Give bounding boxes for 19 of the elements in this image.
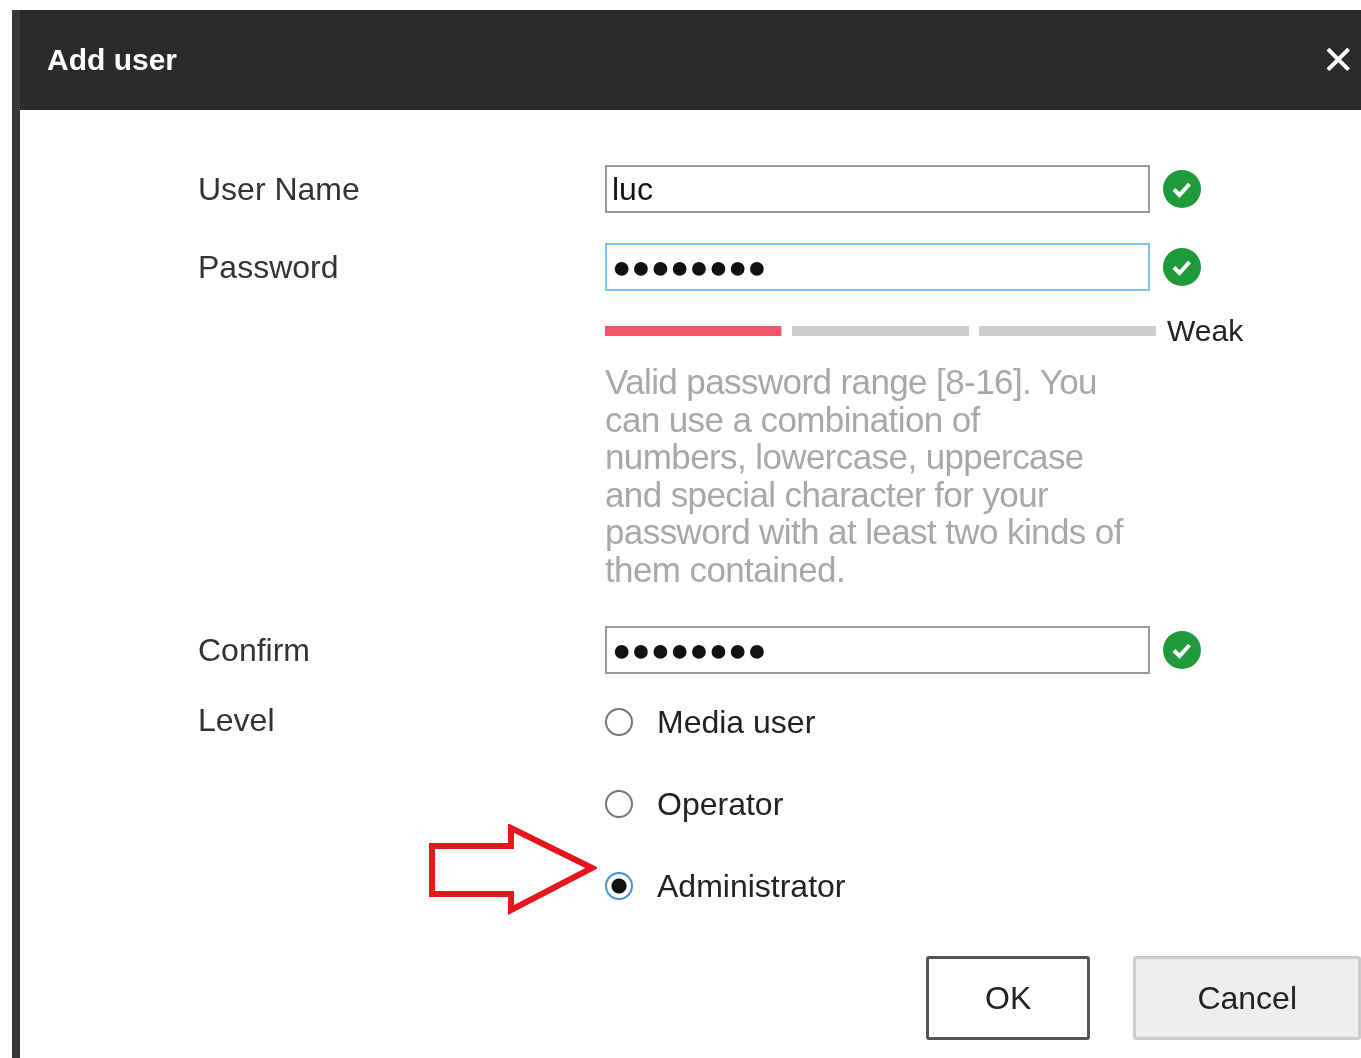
- cancel-button[interactable]: Cancel: [1133, 956, 1361, 1040]
- close-button[interactable]: ✕: [1321, 40, 1361, 80]
- field-label: Password: [198, 248, 340, 287]
- field-label: User Name: [198, 170, 361, 209]
- radio-button[interactable]: [605, 872, 633, 900]
- radio-button[interactable]: [605, 790, 633, 818]
- input-field[interactable]: ●●●●●●●●: [605, 243, 1150, 291]
- dialog-title: Add user: [47, 43, 178, 77]
- hint-text: Valid password range [8-16]. You can use a combination of numbers, lowercase, uppercase and special character for your password with at least two kinds of them contained.: [605, 363, 1125, 588]
- radio-button[interactable]: [605, 708, 633, 736]
- field-label: Confirm: [198, 631, 311, 670]
- input-field[interactable]: ●●●●●●●●: [605, 626, 1150, 674]
- field-label: Level: [198, 701, 276, 740]
- radio-label[interactable]: Operator: [657, 785, 784, 823]
- input-field[interactable]: luc: [605, 165, 1150, 213]
- strength-label: Weak: [1167, 314, 1244, 348]
- ok-button[interactable]: OK: [926, 956, 1091, 1040]
- radio-label[interactable]: Administrator: [657, 867, 846, 905]
- radio-label[interactable]: Media user: [657, 703, 816, 741]
